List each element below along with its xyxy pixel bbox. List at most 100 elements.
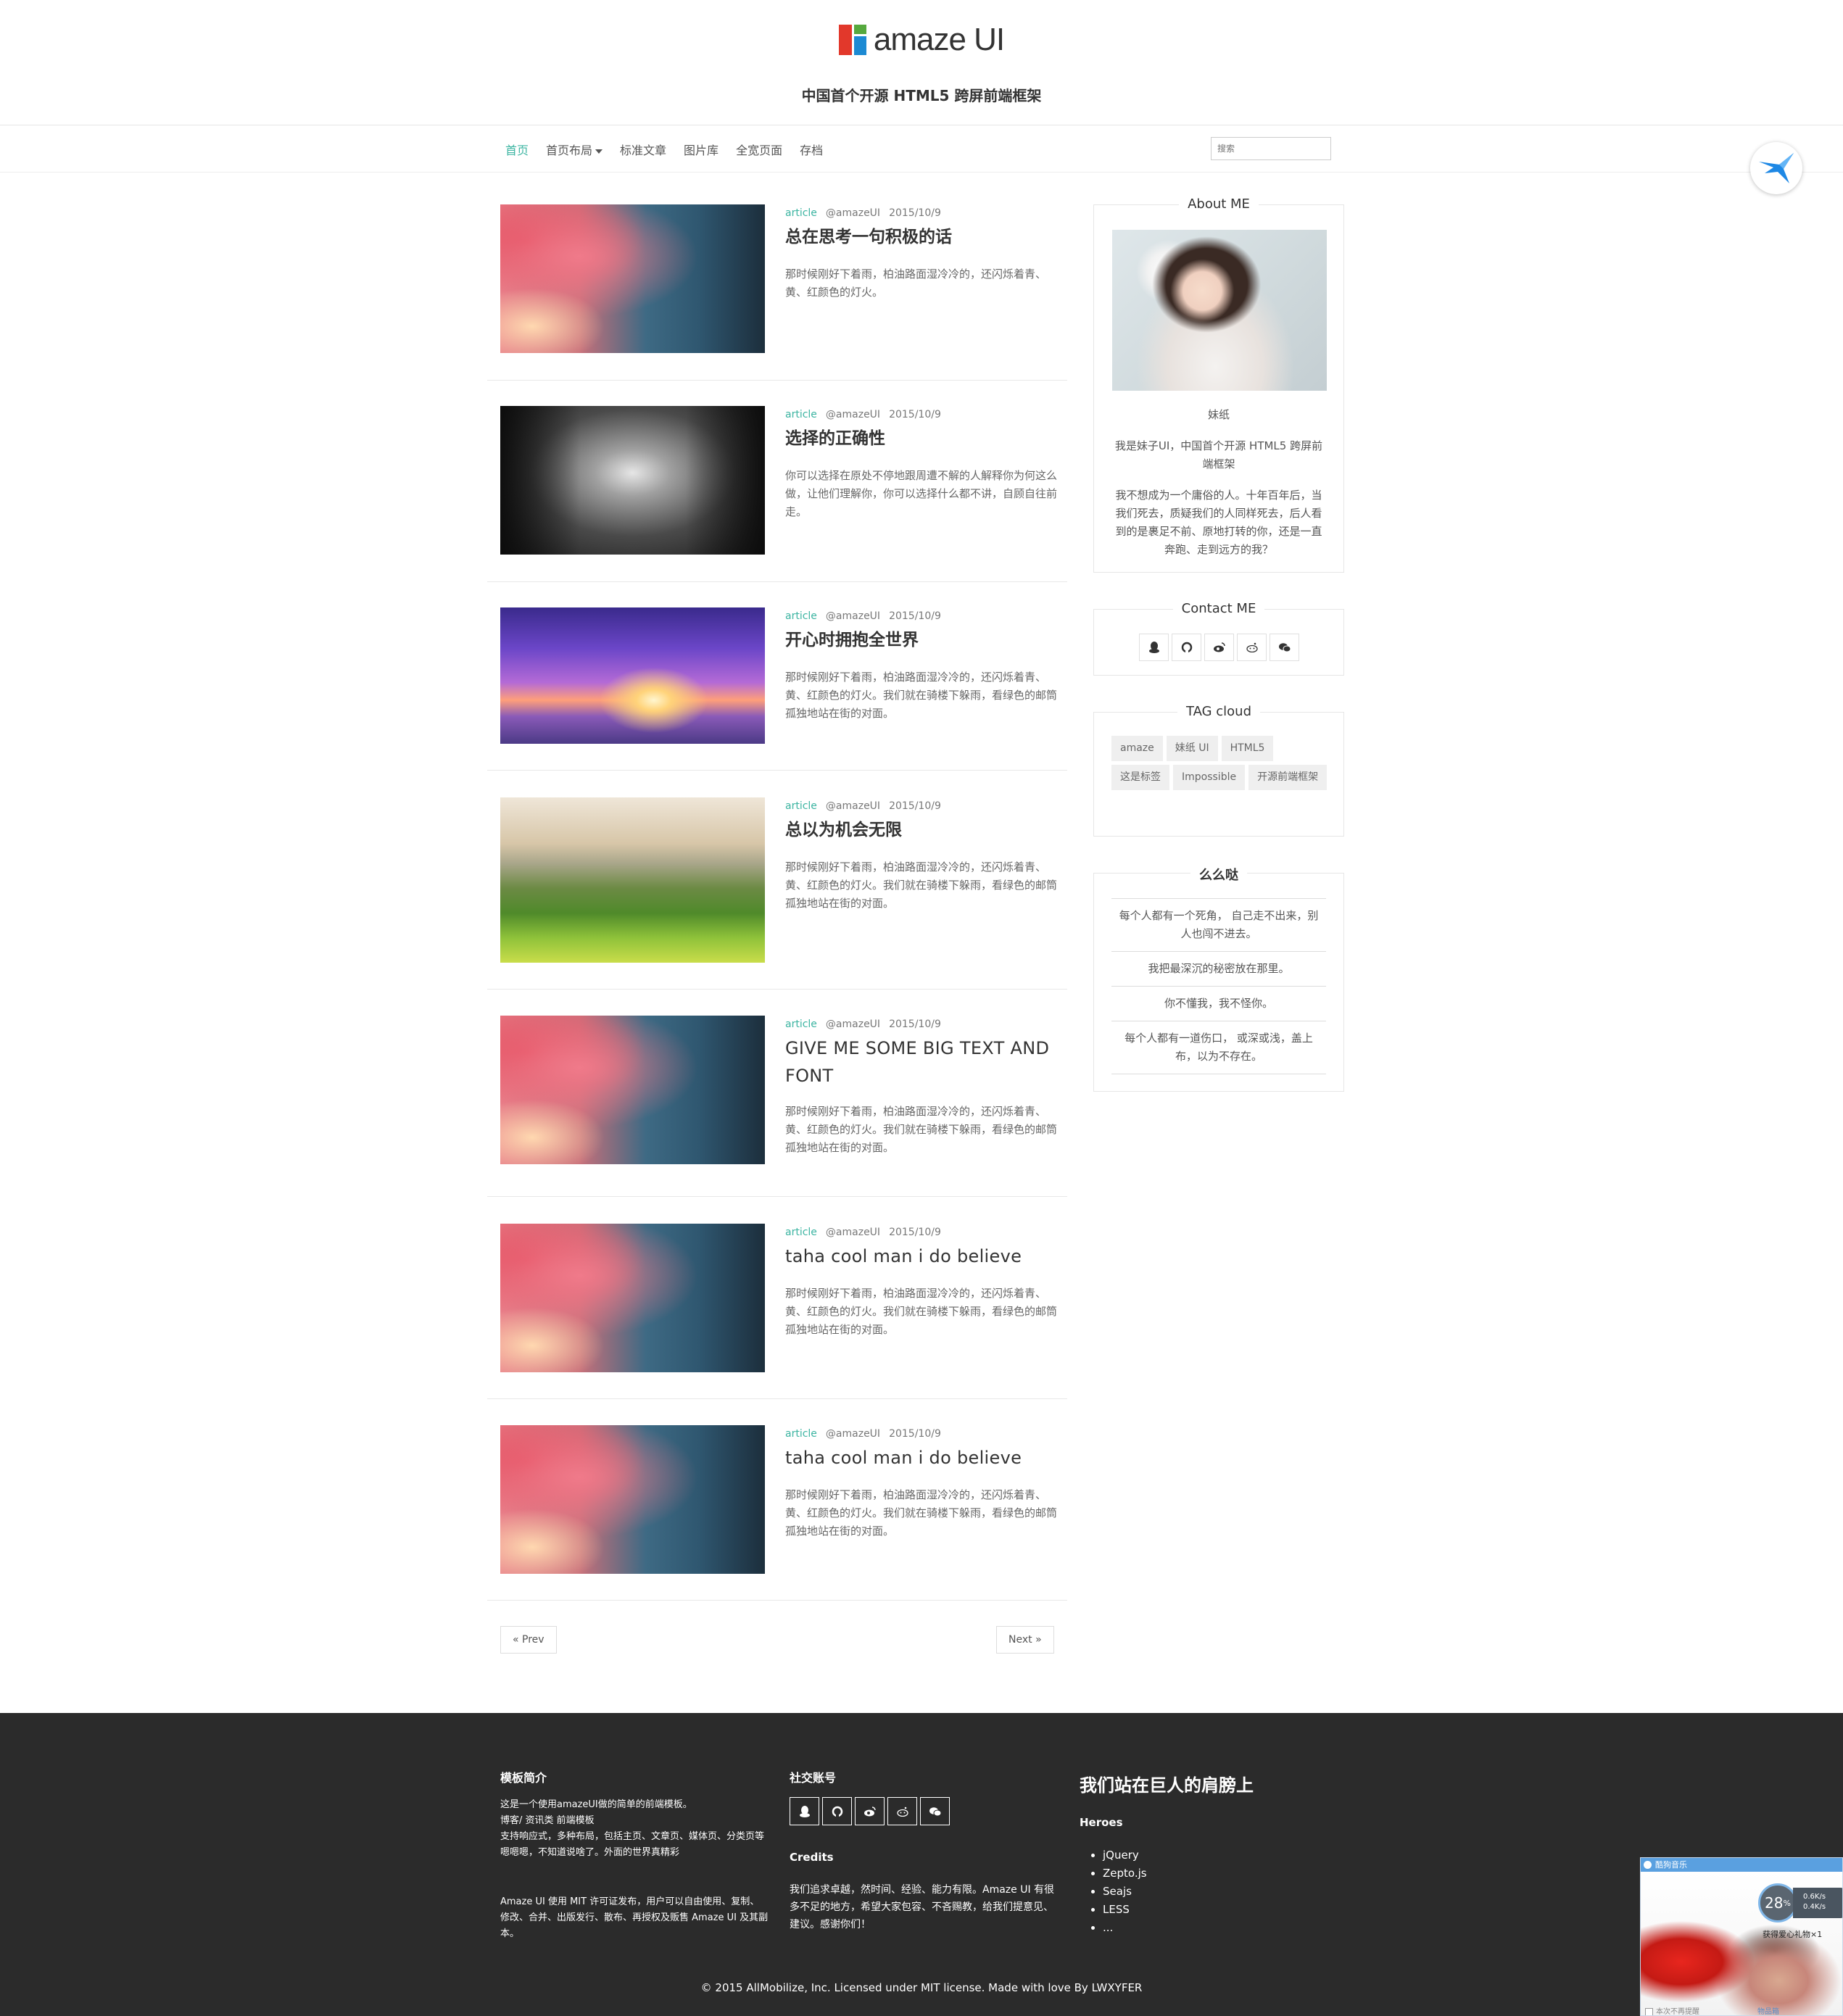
gauge-value: 28	[1765, 1894, 1784, 1912]
article-thumbnail[interactable]	[500, 1016, 765, 1164]
article-meta: article @amazeUI 2015/10/9	[785, 409, 941, 420]
article-category[interactable]: article	[785, 610, 817, 622]
qq-icon[interactable]	[790, 1797, 819, 1825]
article-excerpt: 那时候刚好下着雨，柏油路面湿冷冷的，还闪烁着青、黄、红颜色的灯火。我们就在骑楼下…	[785, 671, 1058, 720]
article-meta: article @amazeUI 2015/10/9	[785, 610, 941, 622]
upload-speed: 0.6K/s	[1803, 1893, 1826, 1901]
footer-intro-line: 支持响应式，多种布局，包括主页、文章页、媒体页、分类页等	[500, 1831, 765, 1842]
hero-item[interactable]: Zepto.js	[1103, 1864, 1147, 1883]
article-date: 2015/10/9	[889, 800, 941, 812]
tag-item[interactable]: 妹纸 UI	[1166, 736, 1218, 761]
next-page-button[interactable]: Next »	[996, 1626, 1054, 1654]
copyright-text: © 2015 AllMobilize, Inc. Licensed under …	[700, 1981, 1143, 1994]
tag-item[interactable]: amaze	[1111, 736, 1163, 761]
memory-gauge[interactable]: 28%	[1758, 1883, 1797, 1922]
about-name: 妹纸	[1207, 408, 1230, 421]
article-author: @amazeUI	[825, 409, 881, 420]
footer-license-text: Amaze UI 使用 MIT 许可证发布，用户可以自由使用、复制、修改、合并、…	[500, 1896, 769, 1939]
wechat-icon[interactable]	[920, 1797, 950, 1825]
footer-intro-title: 模板简介	[500, 1771, 547, 1785]
reddit-icon[interactable]	[887, 1797, 917, 1825]
article-title[interactable]: taha cool man i do believe	[785, 1444, 1061, 1472]
article-thumbnail[interactable]	[500, 204, 765, 353]
article-card: article @amazeUI 2015/10/9 总以为机会无限 那时候刚好下着…	[487, 797, 1067, 990]
nav-item-home-layout[interactable]: 首页布局	[546, 141, 603, 158]
article-category[interactable]: article	[785, 800, 817, 812]
nav-item-home[interactable]: 首页	[505, 141, 529, 158]
tag-item[interactable]: Impossible	[1173, 765, 1246, 790]
hero-item[interactable]: Seajs	[1103, 1883, 1147, 1901]
prev-page-button[interactable]: « Prev	[500, 1626, 557, 1654]
tag-item[interactable]: HTML5	[1221, 736, 1274, 761]
article-date: 2015/10/9	[889, 409, 941, 420]
hero-item[interactable]: ...	[1103, 1919, 1147, 1937]
nav-item-standard-article[interactable]: 标准文章	[620, 141, 666, 158]
quote-item: 我把最深沉的秘密放在那里。	[1111, 952, 1326, 987]
search-input[interactable]	[1211, 137, 1331, 160]
widget-title: TAG cloud	[1094, 704, 1343, 719]
footer-credits-text: 我们追求卓越，然时间、经验、能力有限。Amaze UI 有很多不足的地方，希望大…	[790, 1884, 1055, 1930]
article-card: article @amazeUI 2015/10/9 taha cool man i…	[487, 1425, 1067, 1601]
nav-item-full-width[interactable]: 全宽页面	[736, 141, 782, 158]
article-card: article @amazeUI 2015/10/9 总在思考一句积极的话 那时候刚…	[487, 204, 1067, 381]
dont-remind-checkbox[interactable]: 本次不再提醒 物品箱	[1645, 2005, 1779, 2015]
network-speed: 0.6K/s 0.4K/s	[1793, 1888, 1842, 1918]
article-title[interactable]: 选择的正确性	[785, 425, 1061, 452]
nav-item-gallery[interactable]: 图片库	[684, 141, 718, 158]
caret-down-icon	[595, 149, 603, 154]
article-card: article @amazeUI 2015/10/9 选择的正确性 你可以选择在原处…	[487, 406, 1067, 582]
article-author: @amazeUI	[825, 1227, 881, 1238]
article-thumbnail[interactable]	[500, 1224, 765, 1372]
article-date: 2015/10/9	[889, 1227, 941, 1238]
heroes-list: jQuery Zepto.js Seajs LESS ...	[1090, 1846, 1147, 1937]
article-thumbnail[interactable]	[500, 1425, 765, 1574]
article-date: 2015/10/9	[889, 207, 941, 219]
nav-item-archive[interactable]: 存档	[800, 141, 823, 158]
tag-item[interactable]: 开源前端框架	[1248, 765, 1328, 790]
article-thumbnail[interactable]	[500, 797, 765, 963]
gauge-unit: %	[1783, 1898, 1791, 1908]
github-icon[interactable]	[1172, 634, 1201, 661]
footer-heroes-title: Heroes	[1080, 1816, 1123, 1829]
tag-item[interactable]: 这是标签	[1111, 765, 1169, 790]
article-thumbnail[interactable]	[500, 607, 765, 744]
footer-intro-text: 这是一个使用amazeUI做的简单的前端模板。 博客/ 资讯类 前端模板 支持响…	[500, 1797, 769, 1861]
site-logo[interactable]: amaze UI	[0, 22, 1843, 58]
download-speed: 0.4K/s	[1803, 1903, 1826, 1911]
nav-item-label: 首页布局	[546, 144, 593, 157]
qq-icon[interactable]	[1139, 634, 1169, 661]
article-category[interactable]: article	[785, 1428, 817, 1440]
article-category[interactable]: article	[785, 1019, 817, 1030]
github-icon[interactable]	[822, 1797, 852, 1825]
footer-intro-line: 嗯嗯嗯，不知道说啥了。外面的世界真精彩	[500, 1847, 680, 1858]
article-title[interactable]: 总以为机会无限	[785, 816, 1061, 844]
site-footer: 模板简介 这是一个使用amazeUI做的简单的前端模板。 博客/ 资讯类 前端模…	[0, 1713, 1843, 2016]
reddit-icon[interactable]	[1237, 634, 1267, 661]
hero-item[interactable]: LESS	[1103, 1901, 1147, 1919]
item-box-link[interactable]: 物品箱	[1757, 2008, 1779, 2015]
article-excerpt: 那时候刚好下着雨，柏油路面湿冷冷的，还闪烁着青、黄、红颜色的灯火。我们就在骑楼下…	[785, 1488, 1058, 1538]
article-category[interactable]: article	[785, 1227, 817, 1238]
close-icon[interactable]	[1644, 1861, 1652, 1869]
wechat-icon[interactable]	[1270, 634, 1299, 661]
popup-ad-image[interactable]: 28% 0.6K/s 0.4K/s 获得爱心礼物×1 本次不再提醒 物品箱	[1641, 1872, 1842, 2015]
article-category[interactable]: article	[785, 207, 817, 219]
popup-title: 酷狗音乐	[1655, 1860, 1687, 1870]
article-category[interactable]: article	[785, 409, 817, 420]
article-title[interactable]: 开心时拥抱全世界	[785, 626, 1061, 654]
weibo-icon[interactable]	[855, 1797, 885, 1825]
tag-cloud-widget: TAG cloud amaze 妹纸 UI HTML5 这是标签 Impossi…	[1093, 704, 1344, 837]
widget-title: Contact ME	[1094, 601, 1343, 616]
article-thumbnail[interactable]	[500, 406, 765, 555]
article-date: 2015/10/9	[889, 610, 941, 622]
article-title[interactable]: 总在思考一句积极的话	[785, 223, 1061, 251]
footer-credits-title: Credits	[790, 1851, 834, 1864]
article-title[interactable]: GIVE ME SOME BIG TEXT AND FONT	[785, 1034, 1061, 1090]
footer-giants-title: 我们站在巨人的肩膀上	[1080, 1775, 1254, 1796]
floating-bird-button[interactable]	[1750, 142, 1802, 194]
about-avatar-photo	[1112, 230, 1327, 391]
article-author: @amazeUI	[825, 1019, 881, 1030]
hero-item[interactable]: jQuery	[1103, 1846, 1147, 1864]
article-title[interactable]: taha cool man i do believe	[785, 1243, 1061, 1270]
weibo-icon[interactable]	[1204, 634, 1234, 661]
